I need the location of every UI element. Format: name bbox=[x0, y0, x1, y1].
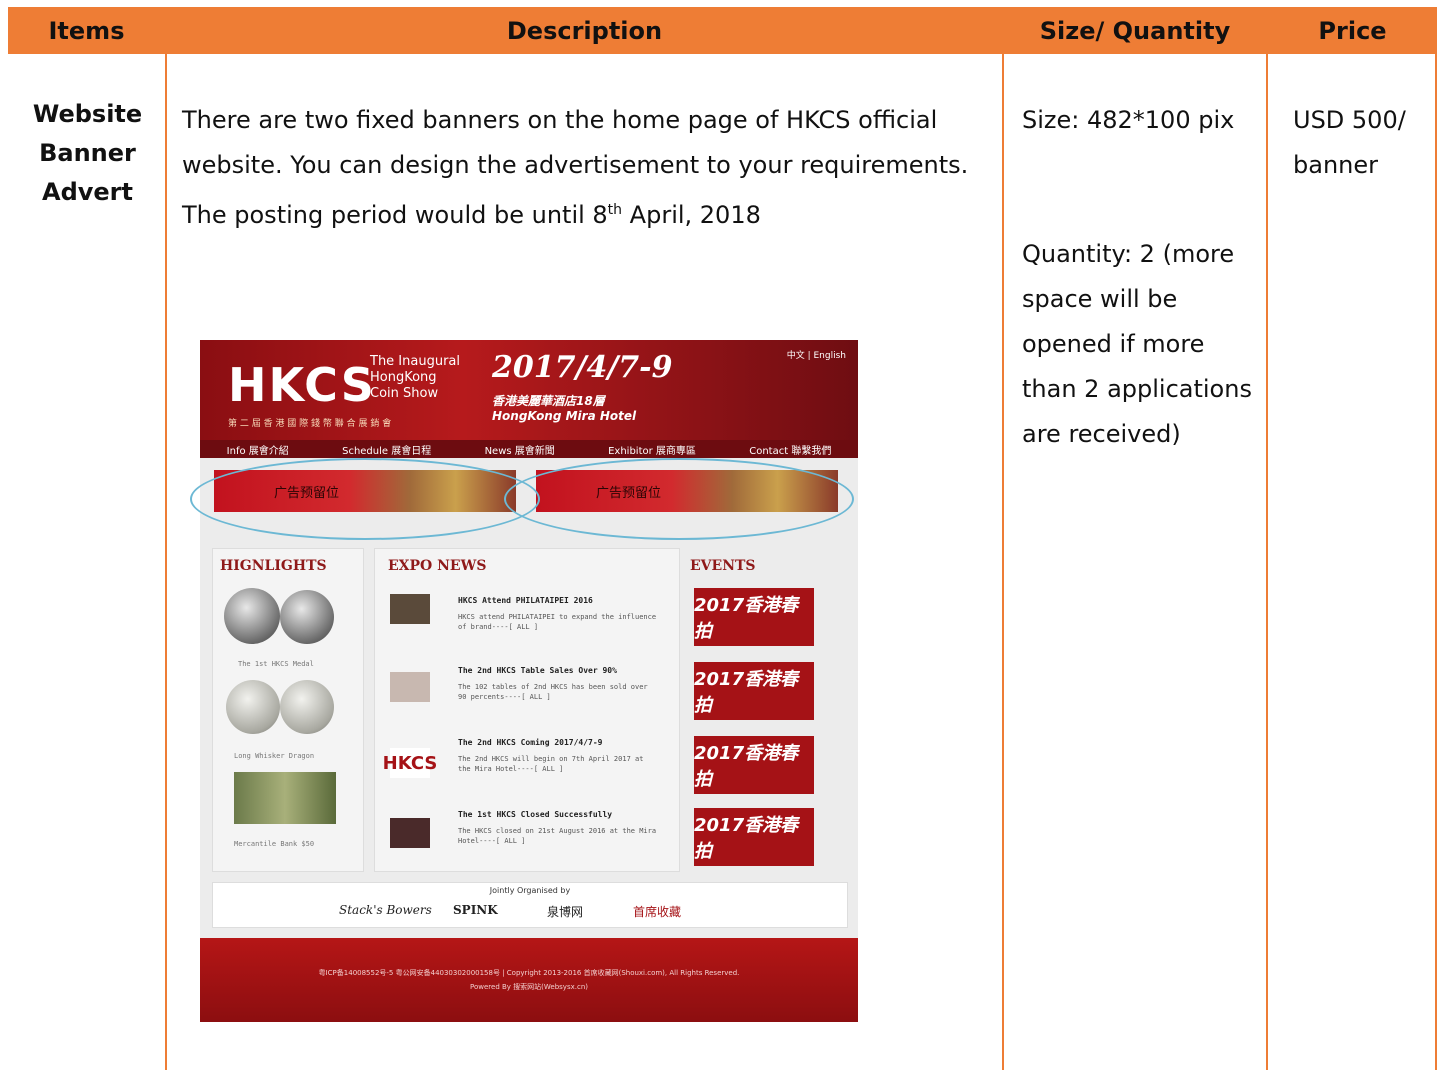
size-text: Size: 482*100 pix bbox=[1022, 106, 1235, 134]
quantity-text: Quantity: 2 (more space will be opened i… bbox=[1022, 240, 1252, 448]
nav-item: Contact 聯繫我們 bbox=[749, 445, 832, 457]
column-divider bbox=[1002, 54, 1004, 1070]
organisers-bar: Jointly Organised by Stack's Bowers SPIN… bbox=[212, 882, 848, 928]
price-amount: USD 500/ bbox=[1293, 106, 1406, 134]
site-footer: 粤ICP备14008552号-5 粤公网安备44030302000158号 | … bbox=[200, 938, 858, 1022]
column-divider bbox=[165, 54, 167, 1070]
header-description: Description bbox=[506, 16, 663, 45]
price-text: USD 500/ banner bbox=[1293, 98, 1433, 188]
venue-english: HongKong Mira Hotel bbox=[492, 409, 637, 423]
news-thumbnail bbox=[390, 672, 430, 702]
org-logo: 首席收藏 bbox=[633, 905, 682, 919]
highlight-caption: The 1st HKCS Medal bbox=[238, 660, 314, 668]
item-name-line: Advert bbox=[42, 178, 133, 206]
coin-image bbox=[224, 588, 280, 644]
coin-image bbox=[280, 590, 334, 644]
price-unit: banner bbox=[1293, 151, 1378, 179]
show-date: 2017/4/7-9 bbox=[492, 350, 673, 385]
venue-chinese: 香港美麗華酒店18層 bbox=[492, 394, 605, 408]
news-title: The 2nd HKCS Coming 2017/4/7-9 bbox=[458, 738, 603, 747]
org-logo: SPINK bbox=[453, 903, 498, 917]
news-text: HKCS attend PHILATAIPEI to expand the in… bbox=[458, 613, 657, 631]
site-header-banner: HKCS The Inaugural HongKong Coin Show 20… bbox=[200, 340, 858, 440]
website-screenshot: HKCS The Inaugural HongKong Coin Show 20… bbox=[190, 340, 858, 1022]
news-text: The 102 tables of 2nd HKCS has been sold… bbox=[458, 683, 648, 701]
news-text: The 2nd HKCS will begin on 7th April 201… bbox=[458, 755, 644, 773]
item-name-line: Banner bbox=[39, 139, 136, 167]
highlight-caption: Mercantile Bank $50 bbox=[234, 840, 315, 848]
logo-subtitle: The Inaugural HongKong Coin Show bbox=[370, 354, 460, 402]
news-thumbnail bbox=[390, 818, 430, 848]
footer-text: 粤ICP备14008552号-5 粤公网安备44030302000158号 | … bbox=[318, 969, 740, 977]
coin-image bbox=[226, 680, 280, 734]
events-title: EVENTS bbox=[690, 558, 756, 574]
item-description: There are two fixed banners on the home … bbox=[182, 98, 972, 238]
item-name-line: Website bbox=[32, 100, 143, 128]
news-text: The HKCS closed on 21st August 2016 at t… bbox=[458, 827, 657, 845]
site-subline: 第 二 屆 香 港 國 際 錢 幣 聯 合 展 銷 會 bbox=[228, 419, 392, 429]
news-title: The 1st HKCS Closed Successfully bbox=[458, 810, 613, 819]
org-logo: Stack's Bowers bbox=[339, 903, 432, 917]
nav-item: News 展會新聞 bbox=[484, 445, 555, 457]
event-banner: 2017香港春拍 bbox=[694, 736, 814, 794]
site-nav: Info 展會介紹 Schedule 展會日程 News 展會新聞 Exhibi… bbox=[200, 440, 858, 458]
coin-image bbox=[280, 680, 334, 734]
event-banner: 2017香港春拍 bbox=[694, 588, 814, 646]
nav-item: Info 展會介紹 bbox=[226, 445, 289, 457]
hkcs-logo: HKCS bbox=[228, 358, 376, 412]
news-title: The 2nd HKCS Table Sales Over 90% bbox=[458, 666, 617, 675]
item-name: Website Banner Advert bbox=[10, 95, 165, 212]
logo-subtitle-line: Coin Show bbox=[370, 386, 439, 401]
news-thumbnail: HKCS bbox=[383, 748, 437, 778]
nav-item: Exhibitor 展商專區 bbox=[608, 445, 696, 457]
event-banner: 2017香港春拍 bbox=[694, 808, 814, 866]
news-title: HKCS Attend PHILATAIPEI 2016 bbox=[458, 596, 593, 605]
header-price: Price bbox=[1318, 16, 1387, 45]
column-divider bbox=[1266, 54, 1268, 1070]
description-text-end: April, 2018 bbox=[622, 201, 761, 229]
language-switch: 中文 | English bbox=[786, 351, 846, 361]
header-size-quantity: Size/ Quantity bbox=[1039, 16, 1231, 45]
footer-text: Powered By 搜索网站(Websysx.cn) bbox=[470, 983, 588, 991]
show-venue: 香港美麗華酒店18層 HongKong Mira Hotel bbox=[492, 392, 636, 423]
news-thumbnail bbox=[390, 594, 430, 624]
banknote-image bbox=[234, 772, 336, 824]
highlights-title: HIGNLIGHTS bbox=[220, 558, 327, 574]
org-logo: 泉博网 bbox=[547, 905, 584, 919]
logo-subtitle-line: HongKong bbox=[370, 370, 437, 385]
nav-item: Schedule 展會日程 bbox=[342, 445, 432, 457]
highlight-ellipse bbox=[504, 458, 854, 540]
highlight-caption: Long Whisker Dragon bbox=[234, 752, 315, 760]
column-divider bbox=[1435, 54, 1437, 1070]
news-title: EXPO NEWS bbox=[388, 558, 487, 574]
logo-subtitle-line: The Inaugural bbox=[370, 354, 461, 369]
description-text: There are two fixed banners on the home … bbox=[182, 106, 969, 229]
organisers-title: Jointly Organised by bbox=[489, 886, 571, 895]
description-ordinal: th bbox=[607, 202, 623, 218]
header-items: Items bbox=[48, 16, 125, 45]
event-banner: 2017香港春拍 bbox=[694, 662, 814, 720]
highlight-ellipse bbox=[190, 458, 540, 540]
pricing-table: Items Description Size/ Quantity Price W… bbox=[0, 0, 1438, 1070]
